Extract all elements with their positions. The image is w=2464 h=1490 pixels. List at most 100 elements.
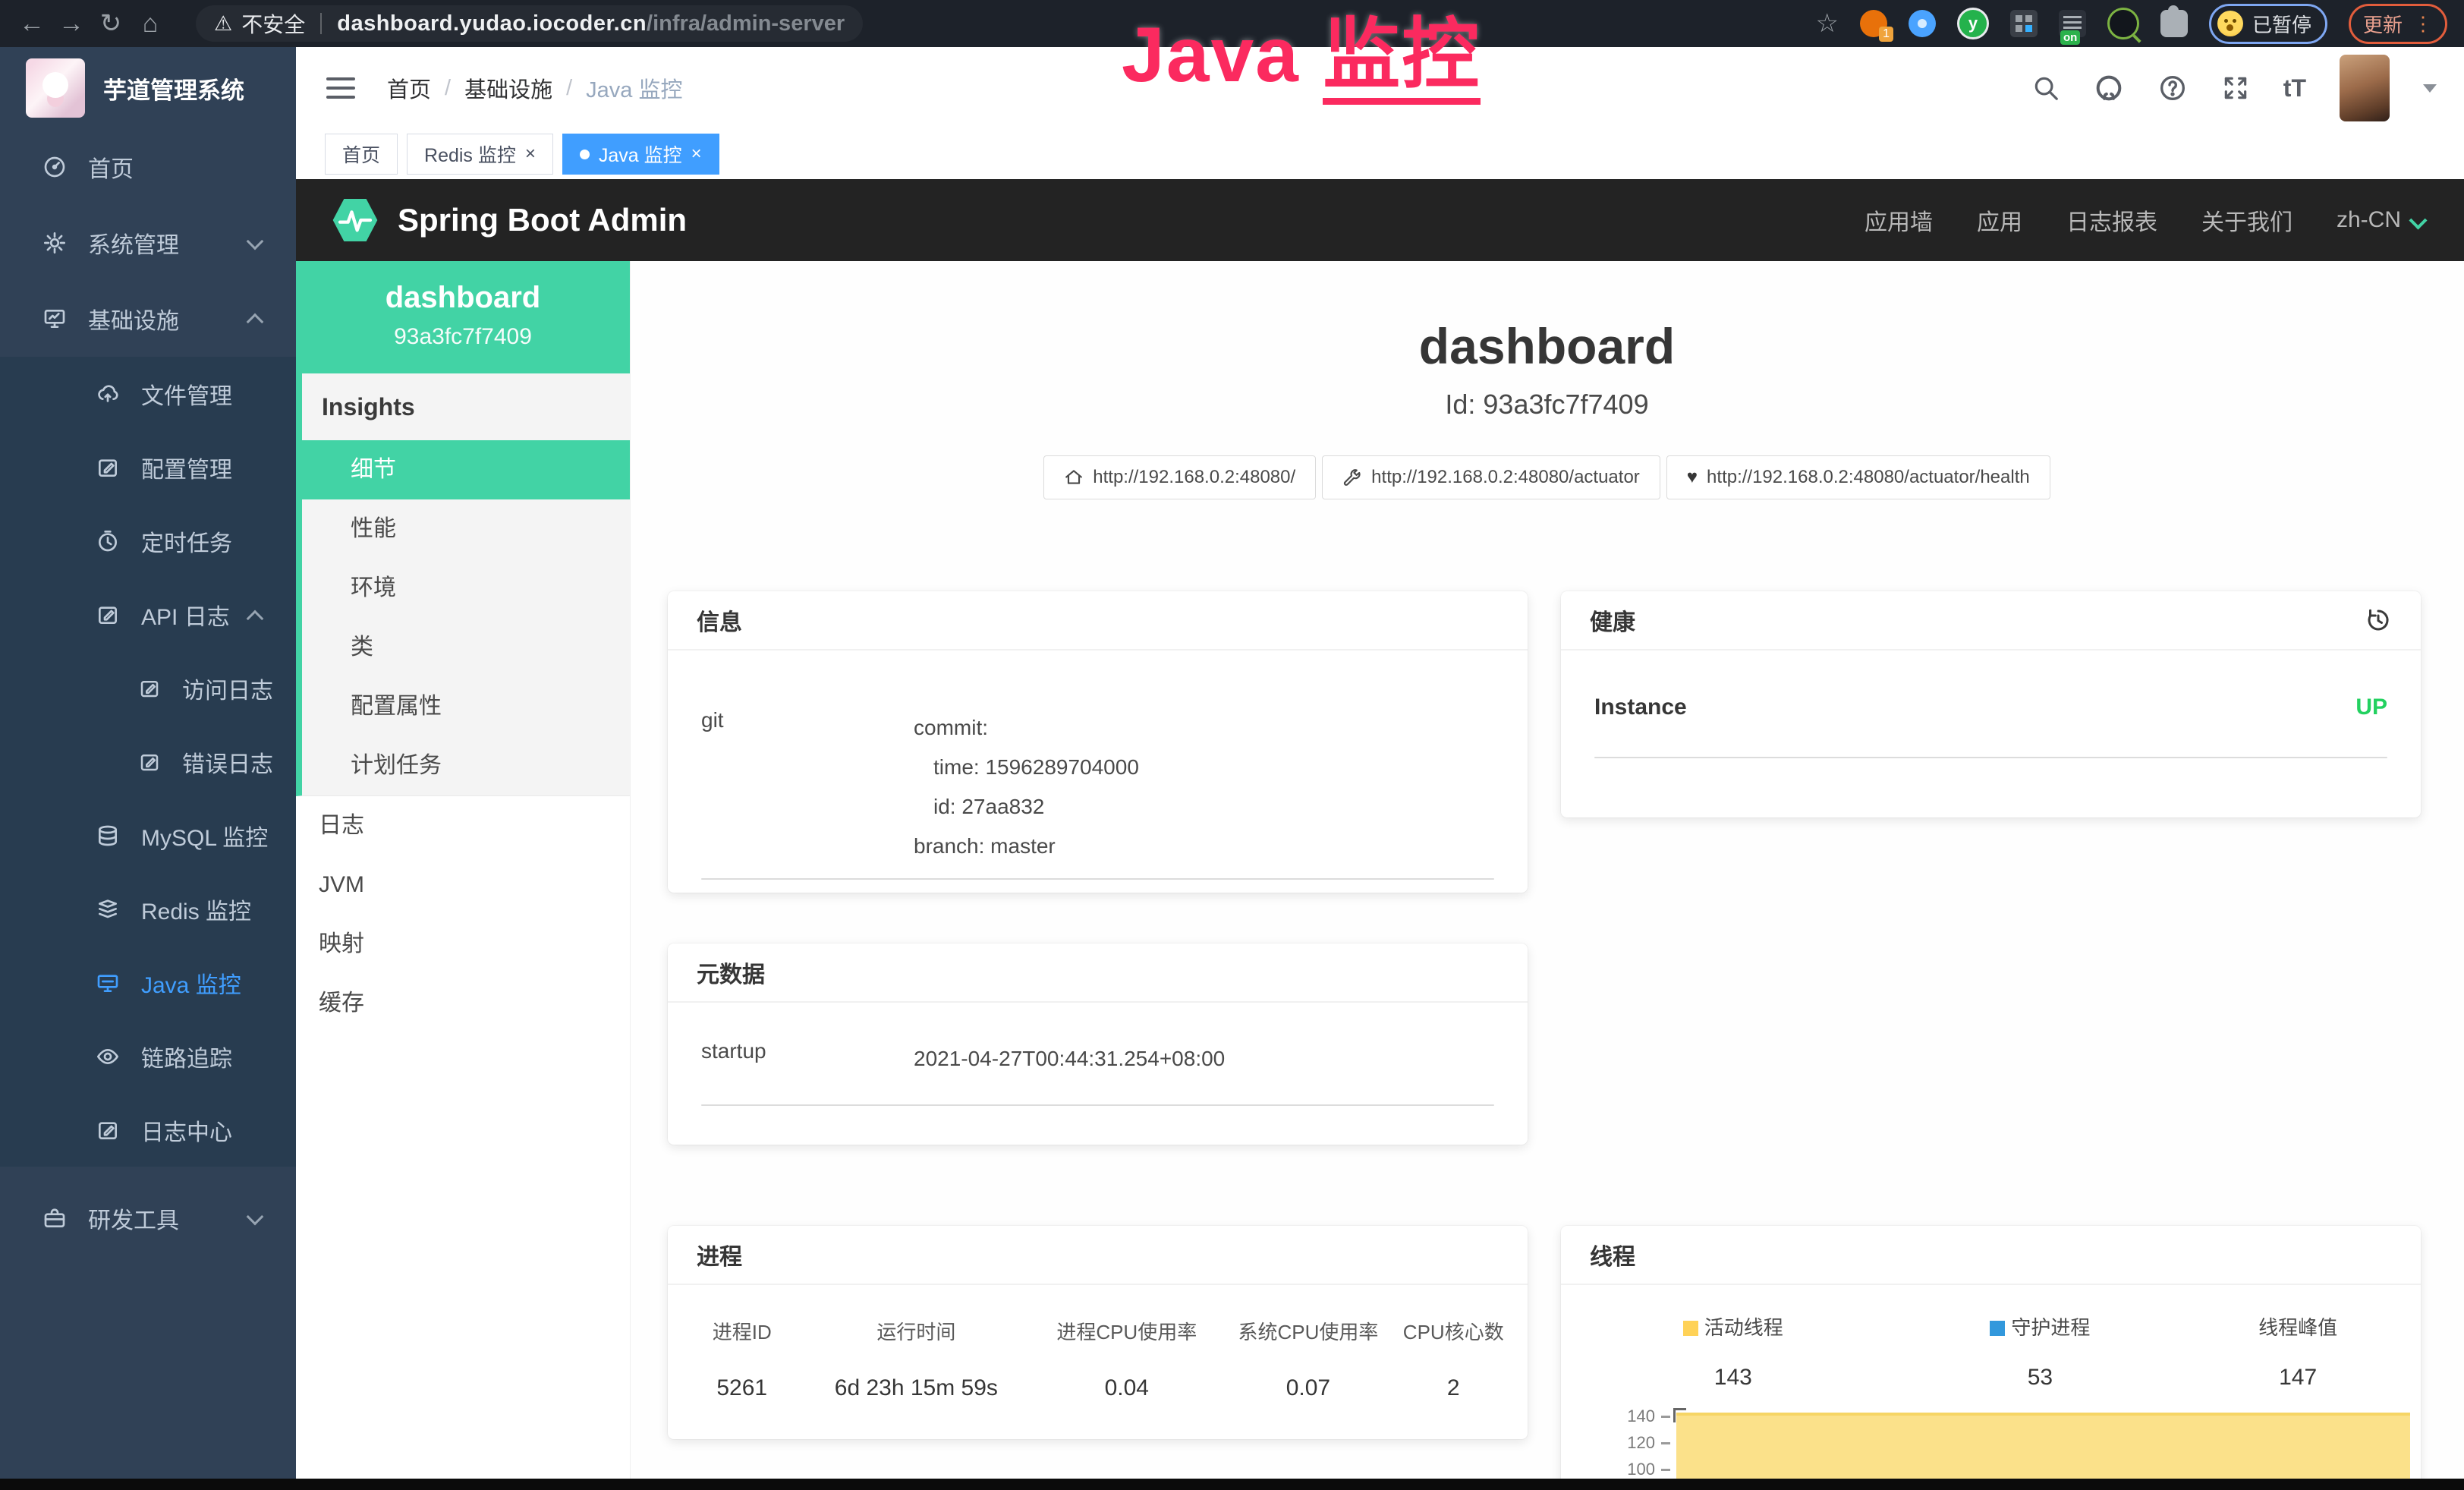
browser-reload-icon[interactable]: ↻ bbox=[91, 8, 131, 39]
profile-chip[interactable]: 已暂停 bbox=[2209, 4, 2327, 44]
sba-menu-item-environment[interactable]: 环境 bbox=[302, 559, 630, 618]
tab-redis-monitor[interactable]: Redis 监控 × bbox=[407, 134, 553, 175]
browser-menu-icon[interactable]: ⋮ bbox=[2413, 12, 2433, 36]
sidebar-item-mysql-monitor[interactable]: MySQL 监控 bbox=[0, 799, 296, 872]
sidebar-item-label: API 日志 bbox=[141, 598, 230, 632]
chevron-down-icon bbox=[247, 1208, 264, 1226]
help-icon[interactable] bbox=[2157, 73, 2188, 103]
extension-orange-icon[interactable]: 1 bbox=[1860, 10, 1887, 37]
extension-magnifier-icon[interactable] bbox=[2107, 8, 2139, 39]
extension-list-icon[interactable]: on bbox=[2059, 10, 2086, 37]
sba-menu-group-title[interactable]: Insights bbox=[302, 373, 630, 440]
sidebar-item-access-log[interactable]: 访问日志 bbox=[0, 651, 296, 725]
breadcrumb-infra[interactable]: 基础设施 bbox=[464, 72, 552, 104]
sidebar-item-dev-tools[interactable]: 研发工具 bbox=[0, 1180, 296, 1256]
tab-home[interactable]: 首页 bbox=[325, 134, 398, 175]
instance-link-health[interactable]: ♥ http://192.168.0.2:48080/actuator/heal… bbox=[1666, 455, 2050, 499]
sidebar-item-scheduled-jobs[interactable]: 定时任务 bbox=[0, 504, 296, 578]
update-button[interactable]: 更新 ⋮ bbox=[2349, 4, 2447, 44]
sba-link-journal[interactable]: 日志报表 bbox=[2066, 203, 2157, 237]
github-icon[interactable] bbox=[2094, 73, 2124, 103]
instance-name: dashboard bbox=[296, 281, 630, 315]
sba-menu-item-metrics[interactable]: 性能 bbox=[302, 499, 630, 559]
sba-menu-item-caches[interactable]: 缓存 bbox=[296, 974, 630, 1033]
sba-locale-select[interactable]: zh-CN bbox=[2337, 207, 2425, 233]
sidebar-item-home[interactable]: 首页 bbox=[0, 129, 296, 205]
extensions-puzzle-icon[interactable] bbox=[2160, 10, 2188, 37]
instance-link-url: http://192.168.0.2:48080/actuator bbox=[1371, 467, 1640, 488]
browser-back-icon[interactable]: ← bbox=[12, 9, 52, 39]
annotation-java-monitor: Java 监控 bbox=[1122, 0, 1481, 104]
sidebar-item-redis-monitor[interactable]: Redis 监控 bbox=[0, 872, 296, 946]
sidebar-item-tracing[interactable]: 链路追踪 bbox=[0, 1019, 296, 1093]
card-health: 健康 Instance UP bbox=[1561, 591, 2421, 817]
sba-brand[interactable]: Spring Boot Admin bbox=[331, 196, 687, 244]
sba-menu-item-logs[interactable]: 日志 bbox=[296, 796, 630, 855]
git-id-line: id: 27aa832 bbox=[914, 787, 1139, 827]
font-size-icon[interactable]: tT bbox=[2283, 74, 2306, 102]
monitor-icon bbox=[42, 307, 67, 331]
sba-hexagon-logo-icon bbox=[331, 196, 379, 244]
sidebar-item-label: 日志中心 bbox=[141, 1114, 232, 1147]
sidebar-item-infra[interactable]: 基础设施 bbox=[0, 281, 296, 357]
divider bbox=[1594, 757, 2387, 758]
screen: ← → ↻ ⌂ ⚠ 不安全 dashboard.yudao.iocoder.cn… bbox=[0, 0, 2464, 1490]
extension-grid-icon[interactable] bbox=[2010, 10, 2038, 37]
address-bar[interactable]: ⚠ 不安全 dashboard.yudao.iocoder.cn/infra/a… bbox=[196, 5, 863, 42]
sba-link-wallboard[interactable]: 应用墙 bbox=[1865, 203, 1933, 237]
sidebar-item-system[interactable]: 系统管理 bbox=[0, 205, 296, 281]
url-host[interactable]: dashboard.yudao.iocoder.cn bbox=[337, 11, 647, 36]
tab-close-icon[interactable]: × bbox=[525, 143, 536, 165]
sidebar-item-file-management[interactable]: 文件管理 bbox=[0, 357, 296, 430]
extension-pin-icon[interactable] bbox=[1909, 10, 1936, 37]
tab-close-icon[interactable]: × bbox=[691, 143, 702, 165]
sba-instance-header[interactable]: dashboard 93a3fc7f7409 bbox=[296, 261, 630, 373]
git-time-line: time: 1596289704000 bbox=[914, 748, 1139, 787]
sidebar-item-config-management[interactable]: 配置管理 bbox=[0, 430, 296, 504]
browser-forward-icon[interactable]: → bbox=[52, 9, 91, 39]
sba-menu-item-mappings[interactable]: 映射 bbox=[296, 915, 630, 974]
browser-home-icon[interactable]: ⌂ bbox=[131, 9, 170, 39]
sba-menu-item-details[interactable]: 细节 bbox=[302, 440, 630, 499]
sba-menu-item-classes[interactable]: 类 bbox=[302, 618, 630, 677]
chevron-up-icon bbox=[247, 313, 264, 331]
sba-menu-item-config-props[interactable]: 配置属性 bbox=[302, 677, 630, 736]
tab-java-monitor[interactable]: Java 监控× bbox=[562, 134, 719, 175]
brand-title: 芋道管理系统 bbox=[103, 71, 244, 106]
bookmark-star-icon[interactable]: ☆ bbox=[1815, 8, 1838, 39]
sidebar-item-log-center[interactable]: 日志中心 bbox=[0, 1093, 296, 1167]
sba-nav-links: 应用墙 应用 日志报表 关于我们 zh-CN bbox=[1865, 203, 2425, 237]
sidebar-brand[interactable]: 芋道管理系统 bbox=[0, 47, 296, 129]
sidebar-toggle-icon[interactable] bbox=[326, 77, 355, 99]
sba-menu-item-scheduled-tasks[interactable]: 计划任务 bbox=[302, 736, 630, 795]
legend-label: 活动线程 bbox=[1704, 1316, 1783, 1339]
card-info: 信息 git commit: time: 1596289704000 id: 2… bbox=[668, 591, 1528, 893]
sba-menu-item-jvm[interactable]: JVM bbox=[296, 855, 630, 915]
avatar-caret-icon[interactable] bbox=[2423, 84, 2437, 93]
chevron-up-icon bbox=[247, 610, 264, 628]
process-col-uptime: 运行时间 bbox=[797, 1317, 1037, 1345]
sidebar-item-api-log[interactable]: API 日志 bbox=[0, 578, 296, 651]
user-avatar[interactable] bbox=[2340, 55, 2390, 121]
breadcrumb-home[interactable]: 首页 bbox=[387, 72, 431, 104]
sidebar-item-label: 系统管理 bbox=[88, 226, 179, 260]
extension-letter-icon[interactable]: y bbox=[1957, 8, 1989, 39]
live-threads-value: 143 bbox=[1570, 1365, 1896, 1391]
instance-link-home[interactable]: http://192.168.0.2:48080/ bbox=[1043, 455, 1316, 499]
history-icon[interactable] bbox=[2365, 606, 2392, 634]
sidebar-item-error-log[interactable]: 错误日志 bbox=[0, 725, 296, 799]
info-key-git: git bbox=[701, 708, 914, 866]
instance-link-actuator[interactable]: http://192.168.0.2:48080/actuator bbox=[1322, 455, 1660, 499]
fullscreen-icon[interactable] bbox=[2221, 74, 2250, 102]
search-icon[interactable] bbox=[2031, 74, 2060, 102]
security-label[interactable]: 不安全 bbox=[241, 8, 305, 39]
sba-link-about[interactable]: 关于我们 bbox=[2201, 203, 2292, 237]
sidebar-item-java-monitor[interactable]: Java 监控 bbox=[0, 946, 296, 1019]
annotation-cjk: 监控 bbox=[1323, 11, 1481, 105]
threads-area-series bbox=[1676, 1413, 2410, 1479]
legend-yellow-swatch bbox=[1683, 1321, 1698, 1336]
timer-icon bbox=[96, 529, 120, 553]
tab-label: Redis 监控 bbox=[424, 140, 516, 168]
health-instance-label[interactable]: Instance bbox=[1594, 695, 1687, 720]
sba-link-applications[interactable]: 应用 bbox=[1977, 203, 2022, 237]
